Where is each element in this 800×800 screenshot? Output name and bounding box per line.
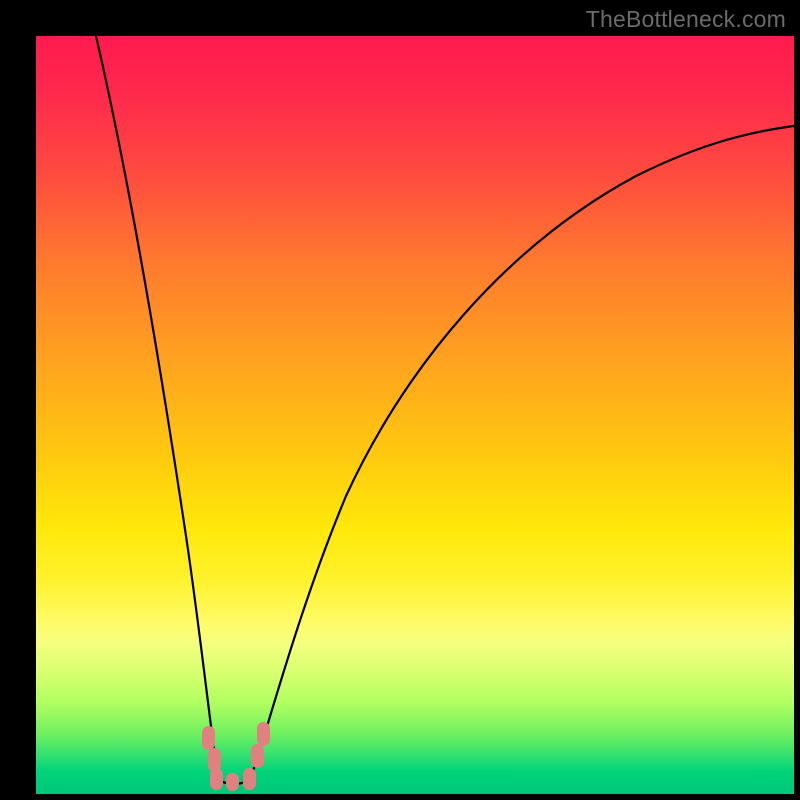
- marker-pill: [251, 744, 264, 768]
- marker-pill: [226, 773, 239, 791]
- marker-pill: [202, 726, 215, 750]
- watermark-text: TheBottleneck.com: [586, 6, 786, 33]
- marker-group: [202, 722, 270, 791]
- chart-plot-area: [36, 36, 794, 794]
- curve-right-branch: [250, 126, 794, 780]
- marker-pill: [257, 722, 270, 746]
- chart-curves: [36, 36, 794, 794]
- marker-pill: [210, 768, 223, 790]
- curve-left-branch: [96, 36, 218, 780]
- marker-pill: [243, 768, 256, 790]
